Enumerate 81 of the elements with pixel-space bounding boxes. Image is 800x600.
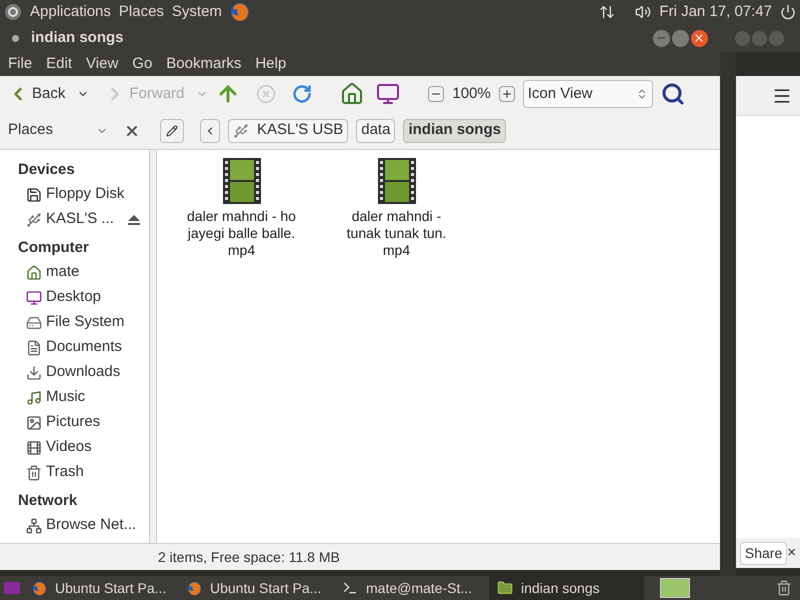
sidebar-heading: Network xyxy=(17,490,78,511)
home-icon[interactable] xyxy=(340,82,364,106)
close-icon xyxy=(693,32,706,44)
pictures-icon xyxy=(26,414,42,430)
usb-drive-icon xyxy=(26,212,42,228)
downloads-icon xyxy=(26,364,42,380)
reload-icon[interactable] xyxy=(292,84,312,104)
zoom-in-button[interactable] xyxy=(498,86,515,102)
sidebar-item[interactable]: Trash xyxy=(0,460,149,485)
videos-icon xyxy=(26,440,42,456)
view-select[interactable]: Icon View xyxy=(522,80,653,108)
sidebar-item[interactable]: Videos xyxy=(0,435,149,460)
documents-icon xyxy=(26,340,42,356)
folder-icon xyxy=(497,580,513,596)
path-left-button[interactable] xyxy=(200,118,220,142)
status-bar-text: 2 items, Free space: 11.8 MB xyxy=(158,548,340,567)
taskbar-button[interactable]: mate@mate-St... xyxy=(334,576,489,600)
sidebar-heading: Computer xyxy=(17,238,90,258)
usb-drive-icon xyxy=(233,122,249,138)
trash-icon xyxy=(26,464,42,480)
menu-item[interactable]: File xyxy=(8,52,32,76)
video-file-icon xyxy=(378,158,416,204)
menu-item[interactable]: View xyxy=(86,52,118,76)
desktop-icon xyxy=(26,290,42,306)
minimize-button[interactable] xyxy=(652,30,670,46)
sidebar-item[interactable]: File System xyxy=(0,310,149,335)
browser-logo-icon xyxy=(187,580,202,596)
menu-item[interactable]: Help xyxy=(255,52,286,76)
home-folder-icon xyxy=(26,264,42,280)
floppy-icon xyxy=(26,186,42,202)
distro-logo-icon xyxy=(4,3,22,21)
eject-icon[interactable] xyxy=(127,214,141,226)
network-transfer-icon[interactable] xyxy=(599,4,616,20)
plus-icon xyxy=(500,88,513,100)
sidebar-item[interactable]: Pictures xyxy=(0,410,149,435)
panel-menu[interactable]: Places xyxy=(118,0,164,24)
sidebar-item[interactable]: Browse Net... xyxy=(0,513,149,538)
taskbar-button[interactable]: Ubuntu Start Pa... xyxy=(179,576,334,600)
sidebar-item[interactable]: KASL'S ... xyxy=(0,207,149,232)
clock[interactable]: Fri Jan 17, 07:47 xyxy=(659,0,772,24)
network-icon xyxy=(26,518,42,534)
sidebar-heading: Devices xyxy=(17,160,76,180)
trash-icon[interactable] xyxy=(776,578,792,598)
back-button[interactable]: Back xyxy=(8,82,90,106)
browser-logo-icon xyxy=(230,2,250,22)
sidebar-item[interactable]: Documents xyxy=(0,335,149,360)
path-button[interactable]: data xyxy=(356,118,396,142)
zoom-out-button[interactable] xyxy=(428,86,444,102)
music-icon xyxy=(26,390,42,406)
pane-select[interactable]: Places xyxy=(8,119,108,142)
power-icon[interactable] xyxy=(780,4,796,20)
sidebar-item[interactable]: mate xyxy=(0,260,149,285)
zoom-level: 100% xyxy=(452,84,491,104)
sidebar-item[interactable]: Music xyxy=(0,385,149,410)
window-title: indian songs xyxy=(31,28,124,48)
edit-location-button[interactable] xyxy=(160,118,184,142)
sidebar-item[interactable]: Floppy Disk xyxy=(0,182,149,207)
sidebar-item[interactable]: Desktop xyxy=(0,285,149,310)
menu-item[interactable]: Bookmarks xyxy=(166,52,242,76)
panel-menu[interactable]: System xyxy=(172,0,222,24)
close-button[interactable] xyxy=(690,30,708,46)
workspace-switcher[interactable] xyxy=(660,578,690,598)
terminal-icon xyxy=(342,580,358,596)
sidebar-item[interactable]: Downloads xyxy=(0,360,149,385)
file-name[interactable]: daler mahndi - ho jayegi balle balle. mp4 xyxy=(187,208,296,259)
search-icon[interactable] xyxy=(660,82,685,106)
taskbar-button[interactable]: indian songs xyxy=(489,576,644,600)
volume-icon[interactable] xyxy=(635,4,652,20)
path-button[interactable]: KASL'S USB xyxy=(228,118,348,142)
file-name[interactable]: daler mahndi - tunak tunak tun. mp4 xyxy=(346,208,446,259)
menu-item[interactable]: Edit xyxy=(46,52,72,76)
close-bar-text[interactable]: × xyxy=(787,542,796,564)
browser-logo-icon xyxy=(32,580,47,596)
path-button[interactable]: indian songs xyxy=(403,118,506,142)
taskbar-button[interactable]: Ubuntu Start Pa... xyxy=(24,576,179,600)
pencil-icon xyxy=(166,124,178,136)
share-button[interactable]: Share xyxy=(740,542,788,564)
video-file-icon xyxy=(222,158,260,204)
panel-menu[interactable]: Applications xyxy=(30,0,111,24)
computer-icon[interactable] xyxy=(376,82,400,106)
menu-item[interactable]: Go xyxy=(132,52,152,76)
